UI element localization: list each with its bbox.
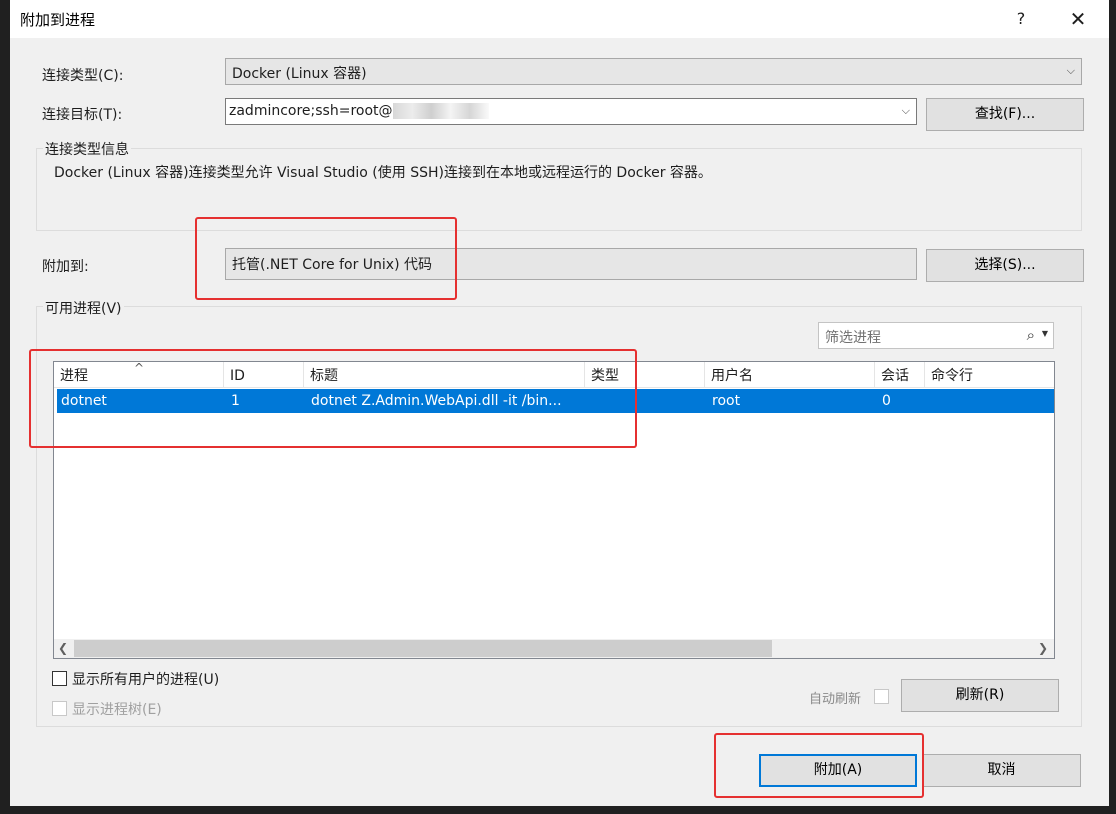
column-header-process[interactable]: 进程 ^ xyxy=(54,361,224,388)
help-button[interactable]: ? xyxy=(1006,6,1036,32)
cell-type xyxy=(588,389,704,413)
cell-session: 0 xyxy=(882,393,891,409)
table-row[interactable]: dotnet 1 dotnet Z.Admin.WebApi.dll -it /… xyxy=(57,389,1054,413)
scrollbar-thumb[interactable] xyxy=(74,640,772,657)
column-header-title[interactable]: 标题 xyxy=(304,362,585,388)
sort-ascending-icon: ^ xyxy=(134,361,145,375)
horizontal-scrollbar[interactable]: ❮ ❯ xyxy=(54,639,1054,658)
auto-refresh-label: 自动刷新 xyxy=(809,692,862,707)
cell-process: dotnet xyxy=(61,393,107,409)
attach-to-field: 托管(.NET Core for Unix) 代码 xyxy=(225,248,917,280)
auto-refresh-checkbox[interactable] xyxy=(874,689,889,704)
filter-processes-input[interactable]: 筛选进程 ⌕ ▼ xyxy=(818,322,1054,349)
cell-title: dotnet Z.Admin.WebApi.dll -it /bin... xyxy=(311,393,562,409)
cell-id: 1 xyxy=(231,393,240,409)
column-header-username[interactable]: 用户名 xyxy=(705,362,875,388)
connection-target-label: 连接目标(T): xyxy=(42,107,123,123)
show-process-tree-checkbox[interactable] xyxy=(52,701,67,716)
attach-to-label: 附加到: xyxy=(42,259,89,275)
connection-info-title: 连接类型信息 xyxy=(43,139,131,159)
available-processes-title: 可用进程(V) xyxy=(43,298,124,318)
dropdown-arrow-icon[interactable]: ▼ xyxy=(1042,329,1048,338)
attach-to-process-dialog: 附加到进程 ? ✕ 连接类型(C): Docker (Linux 容器) ⌵ 连… xyxy=(10,0,1109,806)
connection-type-value: Docker (Linux 容器) xyxy=(232,66,367,82)
process-list[interactable]: 进程 ^ ID 标题 类型 用户名 会话 命令行 dotnet 1 dotnet… xyxy=(53,361,1055,659)
column-header-commandline[interactable]: 命令行 xyxy=(925,362,1054,388)
cell-username: root xyxy=(712,393,741,409)
connection-target-value: zadmincore;ssh=root@ xyxy=(229,103,393,119)
scroll-left-icon[interactable]: ❮ xyxy=(54,639,72,658)
cancel-button[interactable]: 取消 xyxy=(922,754,1081,787)
chevron-down-icon: ⌵ xyxy=(1066,64,1075,77)
connection-info-group xyxy=(36,148,1082,231)
cell-commandline xyxy=(928,389,1053,413)
chevron-down-icon: ⌵ xyxy=(901,104,910,117)
dialog-title: 附加到进程 xyxy=(20,11,96,29)
show-all-users-checkbox[interactable] xyxy=(52,671,67,686)
scroll-right-icon[interactable]: ❯ xyxy=(1034,639,1052,658)
close-button[interactable]: ✕ xyxy=(1061,4,1095,34)
process-list-header: 进程 ^ ID 标题 类型 用户名 会话 命令行 xyxy=(54,361,1054,388)
attach-to-value: 托管(.NET Core for Unix) 代码 xyxy=(232,257,432,273)
connection-info-text: Docker (Linux 容器)连接类型允许 Visual Studio (使… xyxy=(54,165,712,181)
column-header-id[interactable]: ID xyxy=(224,362,304,388)
column-header-type[interactable]: 类型 xyxy=(585,362,705,388)
search-icon[interactable]: ⌕ xyxy=(1027,326,1035,344)
connection-type-select[interactable]: Docker (Linux 容器) ⌵ xyxy=(225,58,1082,85)
connection-type-label: 连接类型(C): xyxy=(42,68,124,84)
show-process-tree-label[interactable]: 显示进程树(E) xyxy=(72,699,162,719)
redacted-host xyxy=(392,103,489,119)
attach-button[interactable]: 附加(A) xyxy=(759,754,917,787)
connection-target-input[interactable]: zadmincore;ssh=root@ ⌵ xyxy=(225,98,917,125)
refresh-button[interactable]: 刷新(R) xyxy=(901,679,1059,712)
filter-placeholder: 筛选进程 xyxy=(825,330,881,346)
show-all-users-label[interactable]: 显示所有用户的进程(U) xyxy=(72,669,219,689)
column-header-session[interactable]: 会话 xyxy=(875,362,925,388)
select-button[interactable]: 选择(S)... xyxy=(926,249,1084,282)
find-button[interactable]: 查找(F)... xyxy=(926,98,1084,131)
title-bar: 附加到进程 ? ✕ xyxy=(10,0,1109,38)
